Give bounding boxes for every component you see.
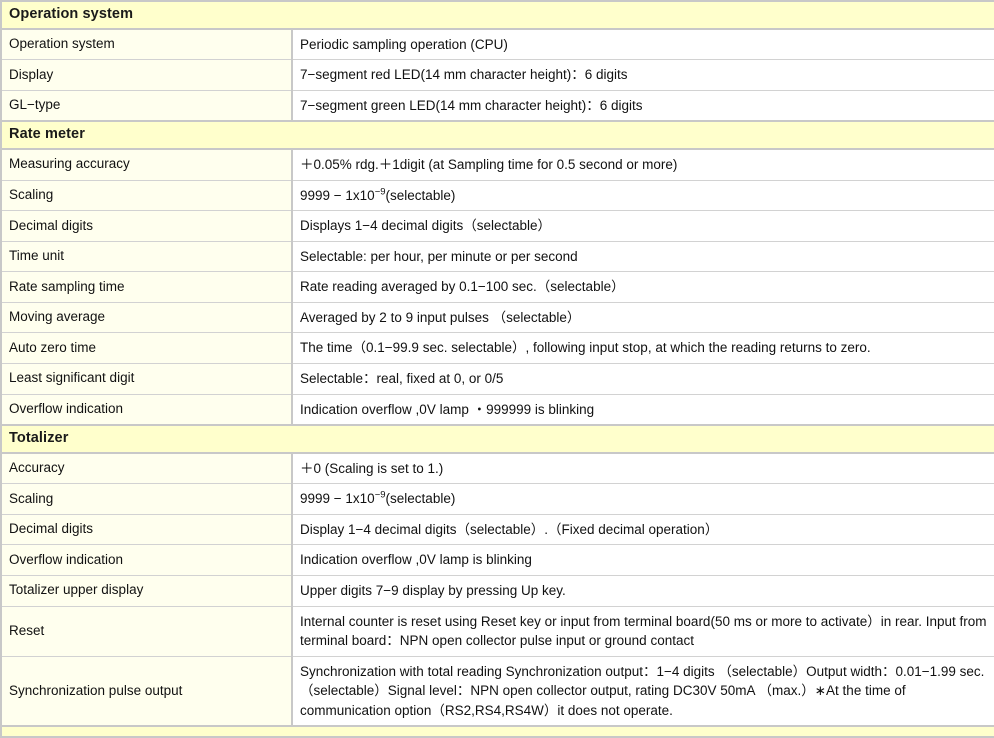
- table-row: Reset Internal counter is reset using Re…: [0, 605, 994, 657]
- row-label: Time unit: [0, 240, 293, 273]
- scaling-suffix: (selectable): [385, 187, 456, 203]
- table-row: Rate sampling time Rate reading averaged…: [0, 271, 994, 303]
- row-value: Indication overflow ,0V lamp ・999999 is …: [292, 393, 994, 426]
- row-label: Auto zero time: [0, 332, 293, 364]
- table-row: Measuring accuracy ＋0.05% rdg.＋1digit (a…: [0, 148, 994, 181]
- row-label: Scaling: [0, 179, 293, 212]
- table-row: Overflow indication Indication overflow …: [0, 393, 994, 426]
- section-header-row: Rate meter: [0, 120, 994, 151]
- table-row: Scaling 9999 − 1x10−9(selectable): [0, 483, 994, 515]
- table-row: Scaling 9999 − 1x10−9(selectable): [0, 179, 994, 212]
- row-value: Selectable: per hour, per minute or per …: [292, 240, 994, 273]
- table-row: Decimal digits Display 1−4 decimal digit…: [0, 513, 994, 546]
- section-title-rate-meter: Rate meter: [0, 120, 994, 151]
- row-value: Synchronization with total reading Synch…: [292, 655, 994, 727]
- table-row: Operation system Periodic sampling opera…: [0, 28, 994, 61]
- table-row: Least significant digit Selectable：real,…: [0, 362, 994, 395]
- row-value: Internal counter is reset using Reset ke…: [292, 605, 994, 657]
- table-row: Display 7−segment red LED(14 mm characte…: [0, 59, 994, 91]
- row-label: Overflow indication: [0, 393, 293, 426]
- row-value: Displays 1−4 decimal digits（selectable）: [292, 210, 994, 242]
- scaling-exponent: −9: [374, 489, 386, 501]
- row-value: Upper digits 7−9 display by pressing Up …: [292, 575, 994, 607]
- table-row: GL−type 7−segment green LED(14 mm charac…: [0, 89, 994, 122]
- table-row: Moving average Averaged by 2 to 9 input …: [0, 301, 994, 334]
- row-label: Display: [0, 59, 293, 91]
- row-label: Decimal digits: [0, 210, 293, 242]
- row-value-scaling: 9999 − 1x10−9(selectable): [292, 179, 994, 212]
- row-label: Operation system: [0, 28, 293, 61]
- section-title-totalizer: Totalizer: [0, 424, 994, 454]
- row-label: Moving average: [0, 301, 293, 334]
- scaling-prefix: 9999 − 1x10: [300, 187, 375, 203]
- row-value: ＋0.05% rdg.＋1digit (at Sampling time for…: [292, 148, 994, 181]
- table-row: Auto zero time The time（0.1−99.9 sec. se…: [0, 332, 994, 364]
- table-row: Overflow indication Indication overflow …: [0, 544, 994, 577]
- row-label: Overflow indication: [0, 544, 293, 577]
- section-header-row: Operation system: [0, 0, 994, 30]
- row-label: GL−type: [0, 89, 293, 122]
- table-row: Totalizer upper display Upper digits 7−9…: [0, 575, 994, 607]
- row-value: Rate reading averaged by 0.1−100 sec.（se…: [292, 271, 994, 303]
- row-value-scaling: 9999 − 1x10−9(selectable): [292, 483, 994, 515]
- row-value: Display 1−4 decimal digits（selectable）.（…: [292, 513, 994, 546]
- row-label: Rate sampling time: [0, 271, 293, 303]
- row-value: Averaged by 2 to 9 input pulses （selecta…: [292, 301, 994, 334]
- row-label: Totalizer upper display: [0, 575, 293, 607]
- specification-table: Operation system Operation system Period…: [0, 0, 994, 738]
- scaling-suffix: (selectable): [385, 491, 456, 507]
- section-title-operation-system: Operation system: [0, 0, 994, 30]
- row-label: Synchronization pulse output: [0, 655, 293, 727]
- row-label: Reset: [0, 605, 293, 657]
- table-row: Time unit Selectable: per hour, per minu…: [0, 240, 994, 273]
- scaling-prefix: 9999 − 1x10: [300, 491, 375, 507]
- row-value: 7−segment red LED(14 mm character height…: [292, 59, 994, 91]
- row-label: Measuring accuracy: [0, 148, 293, 181]
- row-value: Periodic sampling operation (CPU): [292, 28, 994, 61]
- section-header-row: Totalizer: [0, 424, 994, 454]
- row-label: Least significant digit: [0, 362, 293, 395]
- row-label: Scaling: [0, 483, 293, 515]
- specification-table-body: Operation system Operation system Period…: [0, 0, 994, 738]
- row-value: The time（0.1−99.9 sec. selectable）, foll…: [292, 332, 994, 364]
- row-value: 7−segment green LED(14 mm character heig…: [292, 89, 994, 122]
- table-row: Synchronization pulse output Synchroniza…: [0, 655, 994, 727]
- row-value: ＋0 (Scaling is set to 1.): [292, 452, 994, 485]
- table-row: Decimal digits Displays 1−4 decimal digi…: [0, 210, 994, 242]
- row-value: Indication overflow ,0V lamp is blinking: [292, 544, 994, 577]
- scaling-exponent: −9: [374, 186, 386, 198]
- row-label: Accuracy: [0, 452, 293, 485]
- row-value: Selectable：real, fixed at 0, or 0/5: [292, 362, 994, 395]
- table-row: Accuracy ＋0 (Scaling is set to 1.): [0, 452, 994, 485]
- row-label: Decimal digits: [0, 513, 293, 546]
